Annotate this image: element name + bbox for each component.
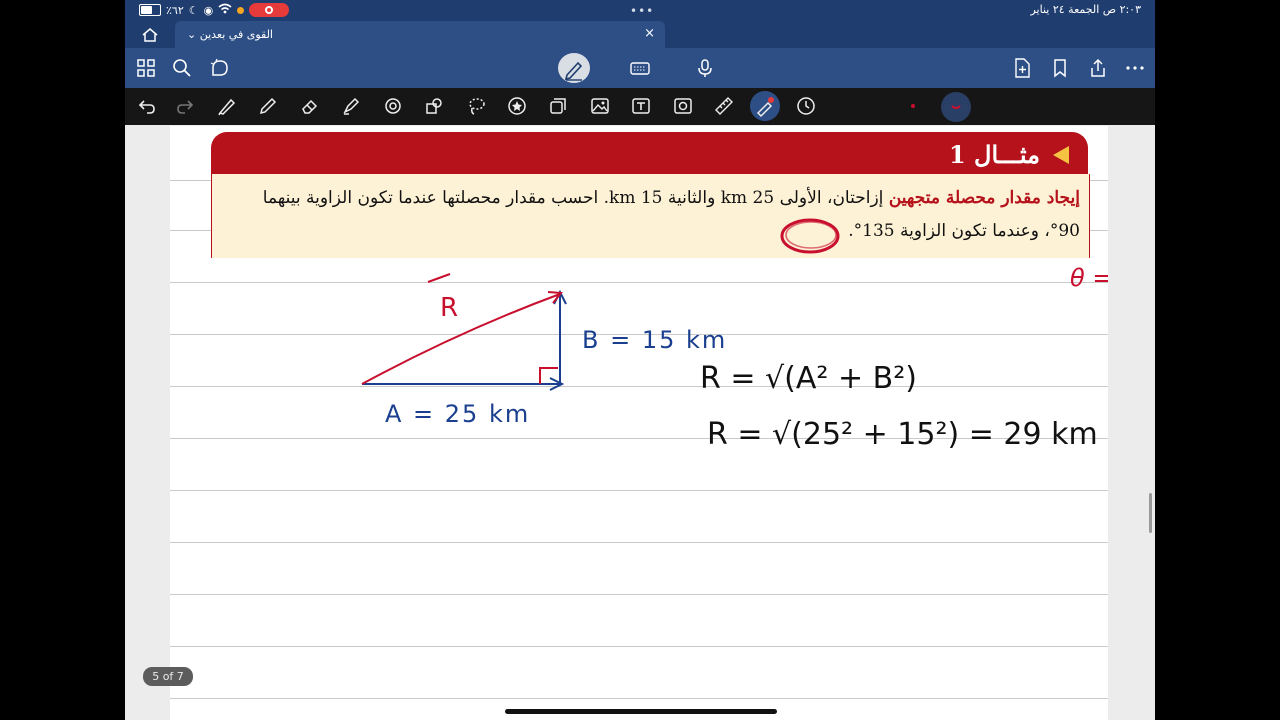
camera-scan-icon[interactable] (673, 96, 693, 116)
vector-b-label: B = 15 km (582, 326, 727, 354)
undo-icon[interactable] (137, 96, 157, 116)
battery-level: ٪٦٢ (166, 3, 184, 17)
notebook-page[interactable]: مثـــال 1 إيجاد مقدار محصلة متجهين إزاحت… (170, 126, 1108, 720)
bookmark-icon[interactable] (1050, 58, 1070, 78)
resultant-label: R (440, 293, 458, 323)
home-icon[interactable] (141, 26, 159, 44)
lasso-icon[interactable] (466, 96, 486, 116)
grid-view-icon[interactable] (136, 58, 156, 78)
document-tab[interactable]: القوى في بعدين ⌄ × (175, 21, 665, 48)
active-color-swatch[interactable] (941, 92, 971, 122)
shapes-icon[interactable] (424, 96, 444, 116)
circle-annotation-inner (785, 221, 837, 249)
vector-a-label: A = 25 km (385, 400, 530, 428)
close-tab-button[interactable]: × (644, 26, 655, 41)
text-box-icon[interactable] (631, 96, 651, 116)
condition-note: عند تكون θ = 90° (1070, 264, 1108, 292)
redo-icon[interactable] (175, 96, 195, 116)
share-icon[interactable] (1088, 58, 1108, 78)
formula-line: R = √(A² + B²) (700, 361, 917, 396)
microphone-icon[interactable] (696, 58, 716, 78)
multitasking-dots-icon[interactable]: ••• (630, 4, 654, 18)
ruler-icon[interactable] (714, 96, 734, 116)
moon-icon: ☾ (188, 3, 199, 17)
highlighter-icon[interactable] (341, 96, 361, 116)
status-bar: ٪٦٢ ☾ ◉ ••• ٢:٠٣ ص الجمعة ٢٤ يناير (125, 0, 1155, 21)
laser-pointer-button[interactable] (750, 91, 780, 121)
location-icon: ◉ (203, 3, 214, 17)
calculation-line: R = √(25² + 15²) = 29 km (707, 417, 1098, 452)
pen-icon (564, 61, 583, 81)
red-color-dot[interactable] (911, 104, 915, 108)
scrollbar-handle[interactable] (1149, 493, 1152, 533)
search-icon[interactable] (172, 58, 192, 78)
handwriting-layer: عند تكون θ = 90° R B = 15 km A = 25 km R… (361, 218, 1108, 452)
resultant-vector-arrow-mark (427, 273, 451, 283)
sticker-icon[interactable] (507, 96, 527, 116)
app-screen: ٪٦٢ ☾ ◉ ••• ٢:٠٣ ص الجمعة ٢٤ يناير القوى… (125, 0, 1155, 720)
privacy-dot-icon (237, 6, 245, 14)
ink-red-swatch-icon (951, 105, 961, 109)
laser-pointer-icon (756, 97, 774, 118)
document-tab-title: القوى في بعدين ⌄ (187, 28, 273, 41)
add-page-icon[interactable] (1012, 58, 1032, 78)
main-toolbar (125, 48, 1155, 88)
wifi-icon (218, 3, 232, 17)
pencil-icon[interactable] (258, 96, 278, 116)
timer-icon[interactable] (796, 96, 816, 116)
record-icon (265, 6, 274, 14)
eraser-icon[interactable] (300, 96, 320, 116)
fountain-pen-icon[interactable] (217, 96, 237, 116)
resultant-line (361, 293, 561, 385)
page-indicator: 5 of 7 (143, 667, 193, 686)
pen-mode-button[interactable] (558, 53, 590, 83)
more-options-icon[interactable] (1125, 58, 1145, 78)
image-icon[interactable] (590, 96, 610, 116)
shape-tool-icon[interactable] (383, 96, 403, 116)
ai-sparkle-icon[interactable] (210, 58, 230, 78)
clock-date: ٢:٠٣ ص الجمعة ٢٤ يناير (1030, 3, 1141, 16)
home-indicator-bar[interactable] (505, 709, 777, 714)
tab-title-text: القوى في بعدين (199, 28, 273, 41)
screen-recording-button[interactable] (249, 3, 290, 17)
drawing-toolbar (125, 88, 1155, 125)
elements-icon[interactable] (548, 96, 568, 116)
keyboard-icon[interactable] (630, 58, 650, 78)
tab-bar: القوى في بعدين ⌄ × (125, 21, 1155, 48)
battery-icon (139, 4, 161, 16)
